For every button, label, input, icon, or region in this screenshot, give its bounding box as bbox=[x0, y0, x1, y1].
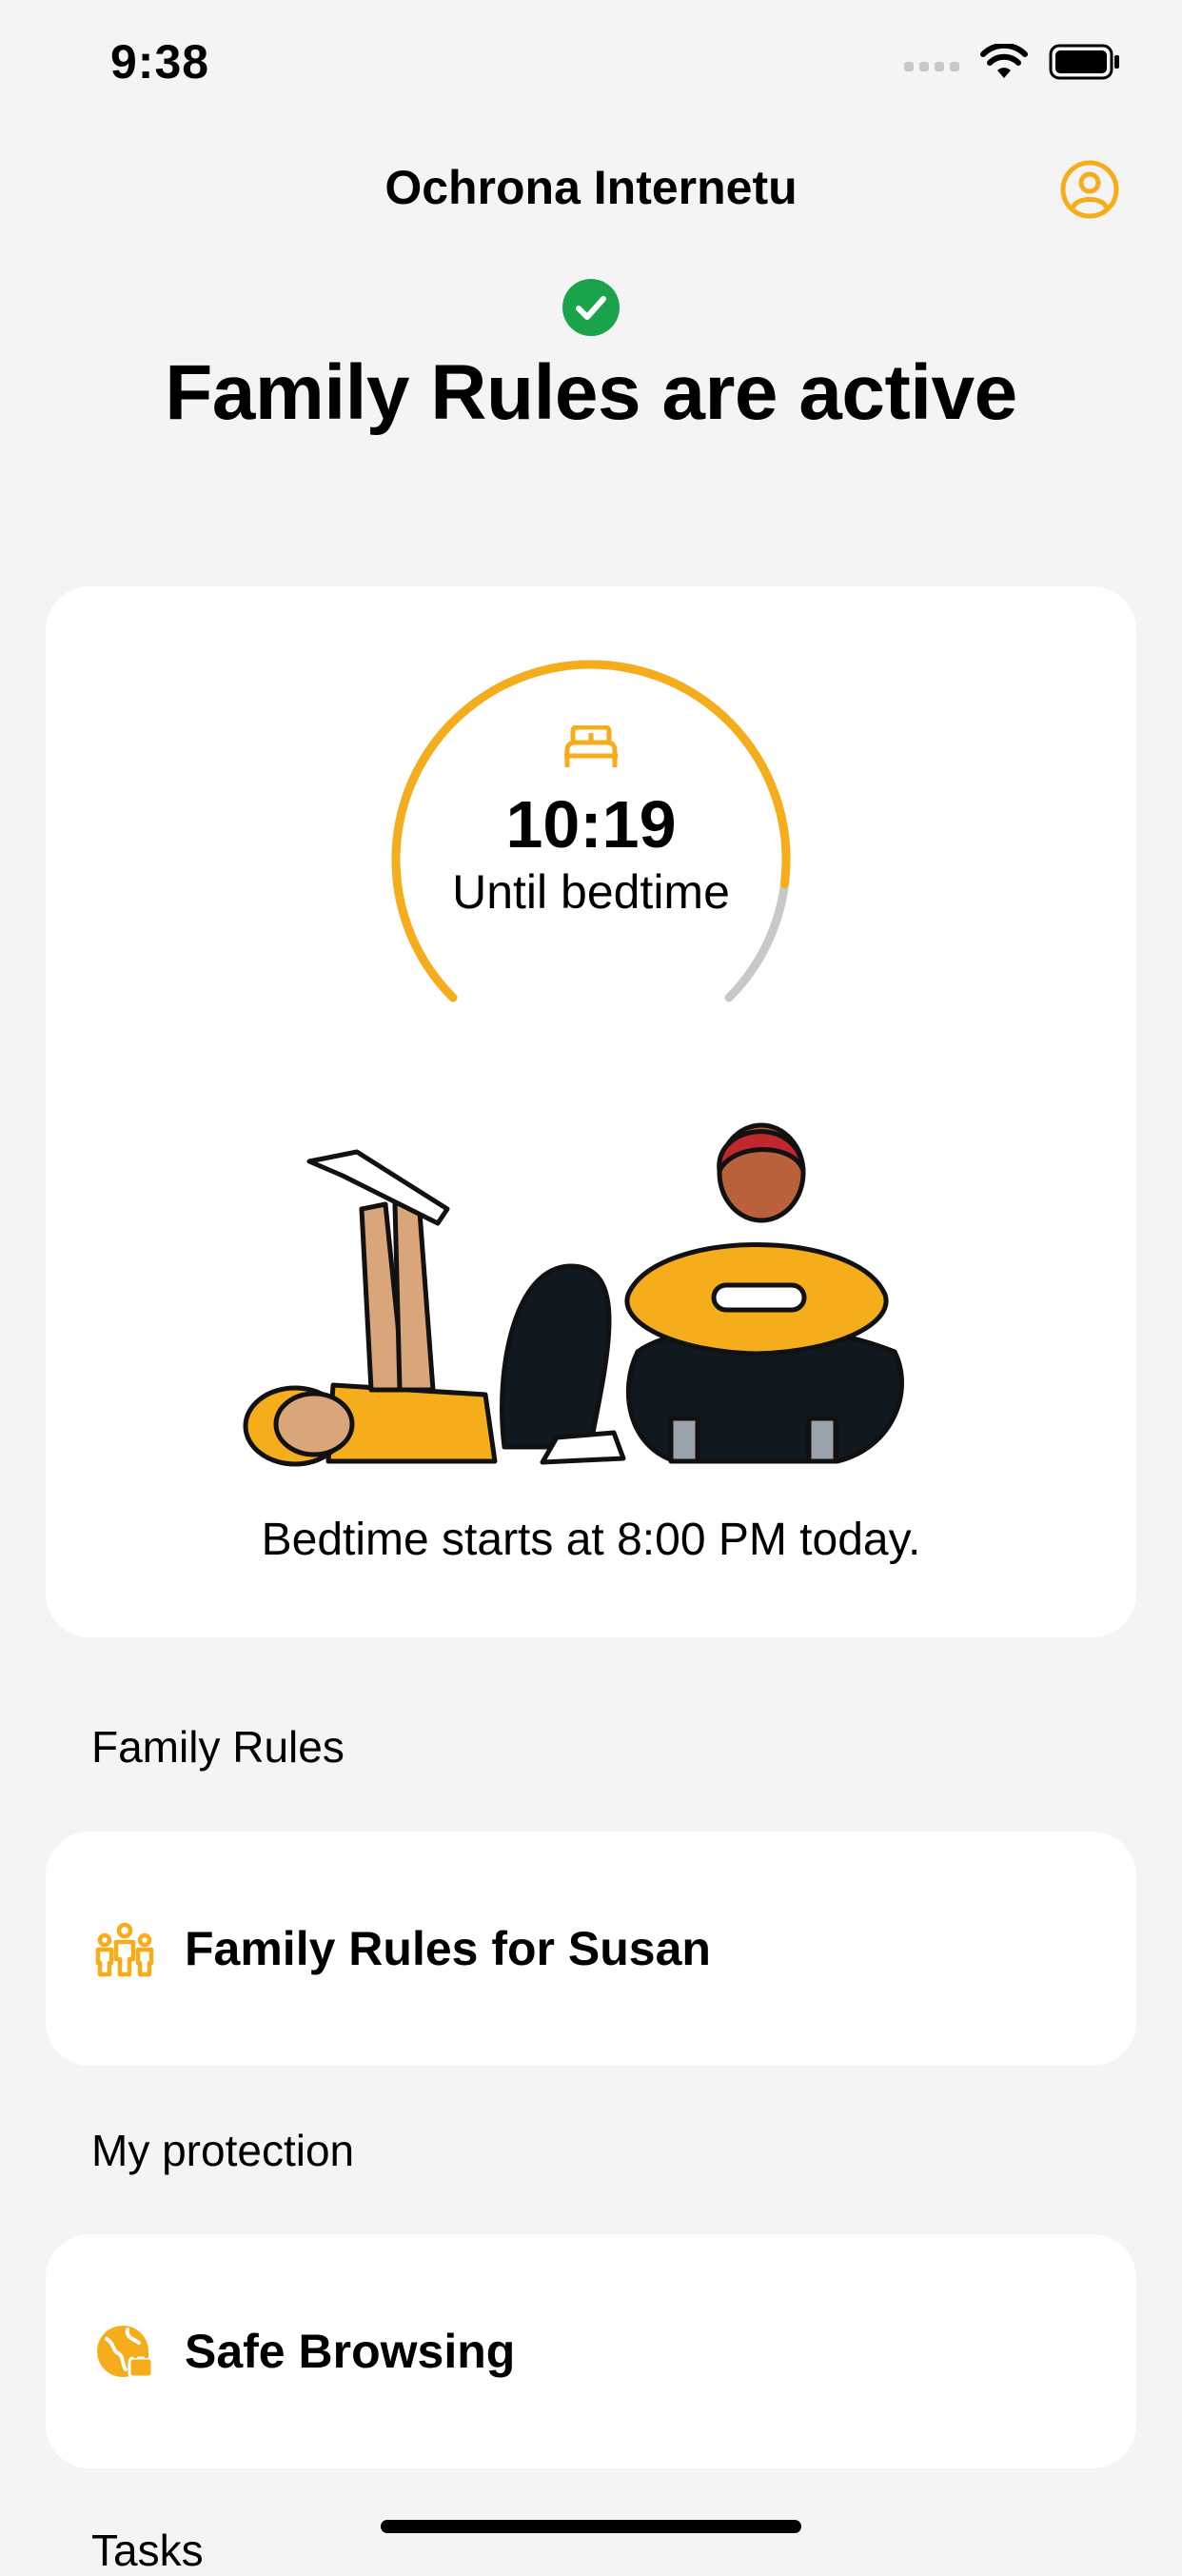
family-icon bbox=[95, 1919, 154, 1978]
section-label-family-rules: Family Rules bbox=[91, 1722, 345, 1772]
home-indicator[interactable] bbox=[381, 2520, 801, 2533]
safe-browsing-row[interactable]: Safe Browsing bbox=[46, 2234, 1136, 2468]
account-circle-icon bbox=[1060, 160, 1119, 219]
safe-browsing-label: Safe Browsing bbox=[185, 2325, 516, 2378]
page-title: Ochrona Internetu bbox=[384, 161, 798, 214]
section-label-my-protection: My protection bbox=[91, 2126, 355, 2175]
bedtime-countdown-label: Until bedtime bbox=[452, 865, 730, 919]
family-rules-susan-row[interactable]: Family Rules for Susan bbox=[46, 1832, 1136, 2066]
status-bar-time: 9:38 bbox=[110, 35, 210, 89]
bedtime-note: Bedtime starts at 8:00 PM today. bbox=[261, 1515, 921, 1565]
battery-icon bbox=[1049, 44, 1119, 80]
bedtime-countdown: 10:19 bbox=[505, 787, 677, 862]
cellular-signal-icon bbox=[904, 62, 959, 71]
status-bar-icons bbox=[904, 44, 1121, 80]
section-label-tasks: Tasks bbox=[91, 2526, 204, 2575]
kids-illustration bbox=[228, 1104, 952, 1476]
globe-lock-icon bbox=[95, 2322, 154, 2381]
account-button[interactable] bbox=[1059, 159, 1120, 220]
status-headline: Family Rules are active bbox=[165, 349, 1017, 436]
check-circle-icon bbox=[562, 279, 620, 336]
status-check-badge bbox=[561, 278, 621, 337]
wifi-icon bbox=[980, 44, 1028, 78]
family-rules-susan-label: Family Rules for Susan bbox=[185, 1922, 711, 1975]
bed-icon bbox=[561, 724, 621, 769]
